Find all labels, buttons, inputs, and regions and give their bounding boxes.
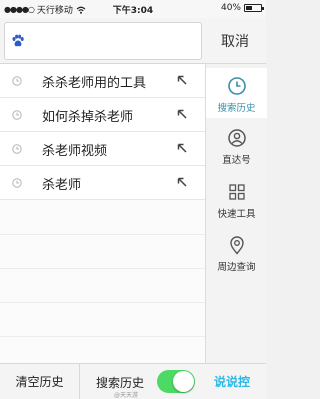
location-pin-icon	[229, 236, 244, 255]
battery-info: 40%	[220, 3, 264, 13]
search-header: 取消	[0, 18, 266, 64]
side-nav-label: 快速工具	[217, 209, 256, 220]
side-nav-label: 直达号	[222, 155, 251, 166]
toggle-knob	[173, 371, 194, 392]
list-divider	[0, 336, 205, 337]
fill-query-arrow-icon[interactable]	[176, 176, 188, 188]
clock-icon	[12, 76, 22, 86]
clock-icon	[227, 77, 246, 95]
clock-icon	[12, 178, 22, 188]
history-item-label: 杀杀老师用的工具	[42, 76, 147, 91]
fill-query-arrow-icon[interactable]	[176, 74, 188, 86]
history-item[interactable]: 杀杀老师用的工具	[0, 64, 205, 98]
fill-query-arrow-icon[interactable]	[176, 108, 188, 120]
clock-icon	[12, 110, 22, 120]
list-divider	[0, 234, 205, 235]
side-nav-quick-tools[interactable]: 快速工具	[206, 174, 267, 224]
baidu-paw-icon	[12, 34, 24, 47]
person-icon	[227, 129, 246, 147]
search-history-toggle[interactable]	[157, 370, 195, 393]
list-divider	[0, 268, 205, 269]
history-item[interactable]: 如何杀掉杀老师	[0, 98, 205, 132]
battery-icon	[244, 4, 264, 12]
battery-percent: 40%	[220, 3, 241, 13]
search-box[interactable]	[4, 22, 202, 60]
clock-icon	[12, 144, 22, 154]
watermark-logo: 说说控	[214, 375, 251, 389]
history-item-label: 杀老师	[42, 178, 82, 193]
history-item-label: 如何杀掉杀老师	[42, 110, 134, 125]
search-input[interactable]	[31, 31, 191, 53]
side-nav-nearby[interactable]: 周边查询	[206, 227, 267, 277]
grid-icon	[228, 184, 245, 200]
history-item[interactable]: 杀老师视频	[0, 132, 205, 166]
list-divider	[0, 302, 205, 303]
status-bar: ●●●●○ 天行移动 下午3:04 40%	[0, 0, 266, 18]
side-nav-direct[interactable]: 直达号	[206, 120, 267, 170]
history-item[interactable]: 杀老师	[0, 166, 205, 200]
side-nav-label: 周边查询	[217, 262, 256, 273]
cancel-button[interactable]: 取消	[206, 22, 264, 60]
side-nav-search-history[interactable]: 搜索历史	[206, 68, 267, 118]
watermark-text: @天天游	[114, 392, 139, 399]
clear-history-button[interactable]: 清空历史	[0, 364, 80, 399]
bottom-bar: 清空历史 搜索历史 @天天游 说说控	[0, 363, 266, 399]
history-item-label: 杀老师视频	[42, 144, 108, 159]
side-nav: 搜索历史 直达号 快速工具 周边查询	[205, 64, 267, 363]
side-nav-label: 搜索历史	[217, 103, 256, 114]
search-history-list: 杀杀老师用的工具 如何杀掉杀老师 杀老师视频 杀老师	[0, 64, 205, 363]
fill-query-arrow-icon[interactable]	[176, 142, 188, 154]
search-history-toggle-label: 搜索历史	[96, 376, 145, 390]
